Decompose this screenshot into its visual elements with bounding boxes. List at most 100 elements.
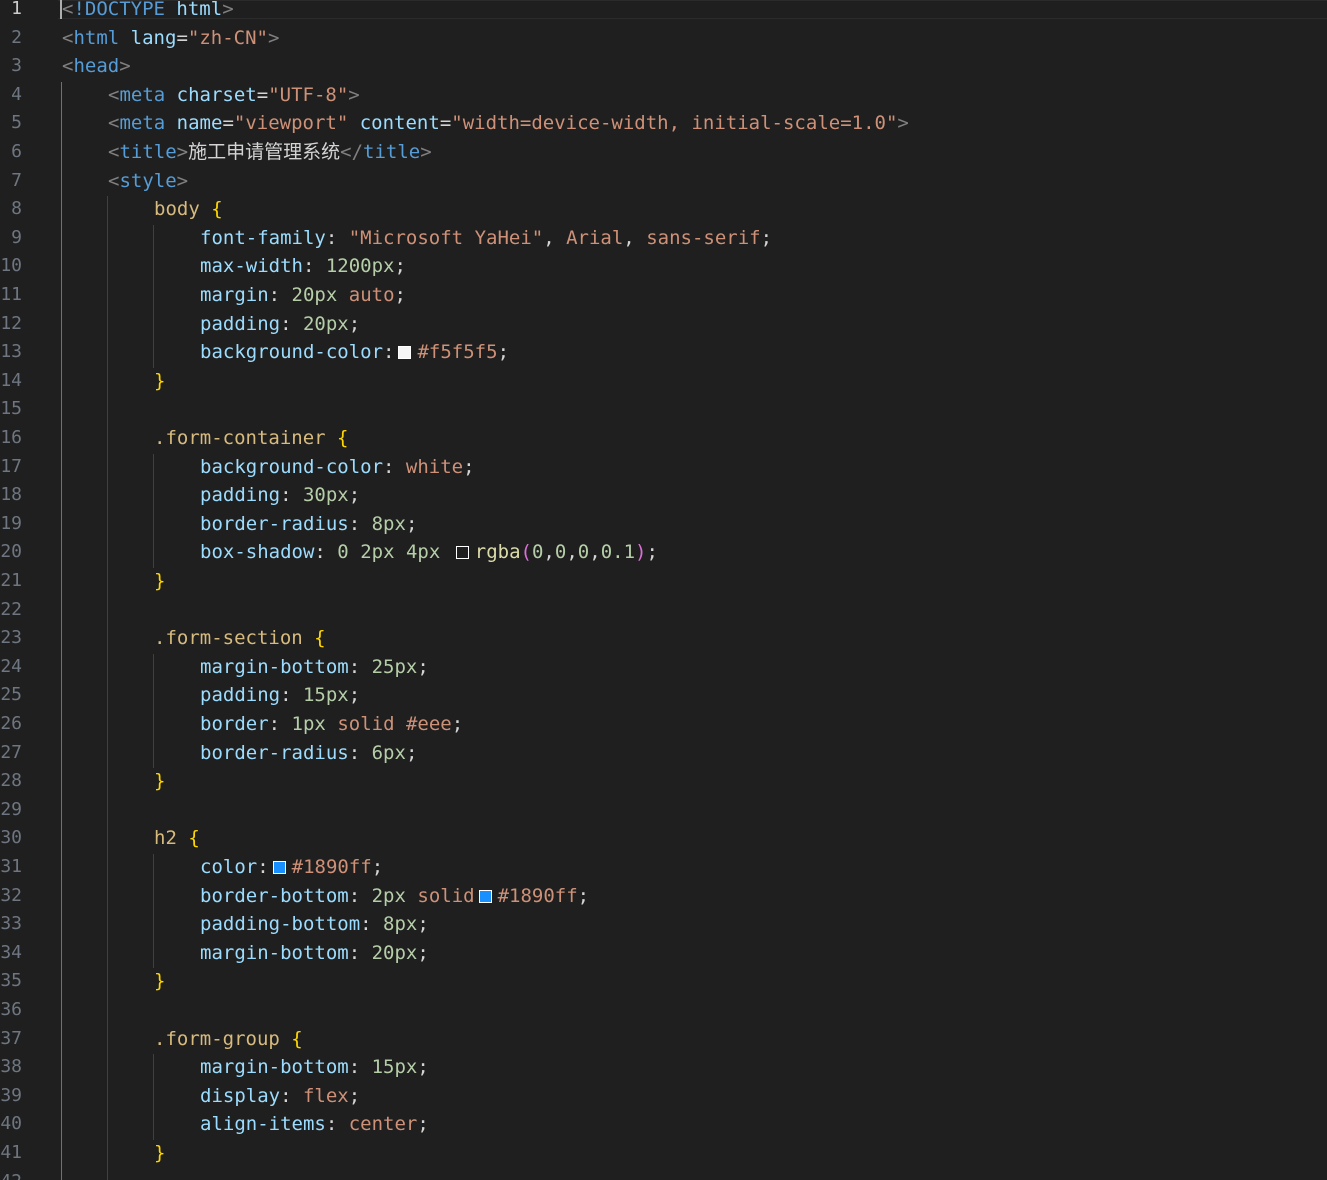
code-token: { bbox=[211, 198, 223, 221]
color-swatch[interactable] bbox=[398, 346, 412, 360]
code-token: border-bottom bbox=[200, 884, 349, 907]
current-line-highlight bbox=[58, 0, 1327, 19]
code-text: } bbox=[154, 1139, 165, 1167]
code-token: 8px bbox=[371, 512, 406, 535]
code-text: <meta charset="UTF-8"> bbox=[108, 81, 360, 109]
code-token: align-items bbox=[200, 1113, 326, 1136]
code-line[interactable]: 14} bbox=[0, 369, 1327, 401]
code-token: : bbox=[383, 455, 406, 478]
code-line[interactable]: 20 box-shadow: 0 2px 4px rgba(0,0,0,0.1); bbox=[0, 541, 1327, 572]
code-token: > bbox=[897, 112, 909, 135]
line-number: 39 bbox=[0, 1084, 22, 1106]
code-token: content bbox=[359, 112, 440, 135]
code-line[interactable]: 28} bbox=[0, 770, 1327, 801]
code-text: background-color: white; bbox=[200, 453, 475, 481]
code-token: color bbox=[200, 856, 258, 878]
code-editor[interactable]: 1 <!DOCTYPE html> 2 <html lang="zh-CN"> 3 <he… bbox=[0, 0, 1327, 1180]
code-token: 0 bbox=[554, 541, 567, 564]
code-text: padding: 15px; bbox=[200, 681, 360, 709]
code-token: 15px bbox=[371, 1056, 418, 1079]
code-token: 25px bbox=[371, 655, 418, 678]
line-number: 9 bbox=[11, 226, 22, 248]
code-token: #1890ff bbox=[497, 884, 578, 907]
code-token: padding bbox=[200, 684, 281, 707]
code-token: { bbox=[314, 627, 326, 650]
code-token: : bbox=[280, 684, 303, 707]
code-line[interactable]: 6 <title>施工申请管理系统</title> bbox=[0, 141, 1327, 172]
line-number: 32 bbox=[0, 884, 22, 906]
color-swatch[interactable] bbox=[455, 546, 469, 560]
code-token: 20px bbox=[302, 312, 349, 335]
code-token: margin bbox=[200, 284, 269, 306]
code-token: 30px bbox=[302, 484, 349, 507]
code-text: align-items: center; bbox=[200, 1110, 429, 1138]
code-token: 20px bbox=[371, 941, 418, 964]
code-text: padding-bottom: 8px; bbox=[200, 910, 429, 938]
code-token: 6px bbox=[371, 741, 406, 764]
code-token: 15px bbox=[302, 684, 349, 707]
code-line[interactable]: 35} bbox=[0, 970, 1327, 1001]
code-token: padding bbox=[200, 312, 281, 335]
code-token: ; bbox=[417, 1113, 429, 1136]
code-text: box-shadow: 0 2px 4px rgba(0,0,0,0.1); bbox=[200, 538, 658, 566]
code-line[interactable]: 34 margin-bottom: 20px; bbox=[0, 941, 1327, 973]
line-number: 24 bbox=[0, 655, 22, 677]
code-line[interactable]: 13 background-color: #f5f5f5; bbox=[0, 341, 1327, 372]
code-line[interactable]: 40 align-items: center; bbox=[0, 1113, 1327, 1144]
line-number: 25 bbox=[0, 684, 22, 706]
code-text: background-color: #f5f5f5; bbox=[200, 338, 509, 366]
code-line[interactable]: 41} bbox=[0, 1142, 1327, 1173]
code-token: : bbox=[280, 312, 303, 335]
code-text: border: 1px solid #eee; bbox=[200, 710, 463, 738]
code-text: } bbox=[154, 967, 165, 995]
code-line[interactable]: 2 <html lang="zh-CN"> bbox=[0, 26, 1327, 58]
code-text: padding: 30px; bbox=[200, 481, 360, 509]
code-token: = bbox=[256, 83, 269, 106]
code-token: : bbox=[325, 226, 349, 249]
line-number: 15 bbox=[0, 398, 22, 420]
code-token: > bbox=[176, 169, 189, 192]
code-token: : bbox=[383, 341, 395, 364]
code-token: : bbox=[280, 484, 303, 507]
color-swatch[interactable] bbox=[478, 889, 492, 903]
code-token: 20px bbox=[291, 284, 338, 306]
code-token: ; bbox=[760, 226, 773, 249]
code-line[interactable]: 27 border-radius: 6px; bbox=[0, 741, 1327, 773]
code-token: < bbox=[62, 0, 74, 20]
code-token: = bbox=[439, 112, 452, 135]
line-number: 27 bbox=[0, 741, 22, 763]
code-token: flex bbox=[302, 1084, 349, 1107]
line-number: 38 bbox=[0, 1056, 22, 1078]
line-number: 30 bbox=[0, 827, 22, 849]
line-number: 40 bbox=[0, 1113, 22, 1135]
code-token: : bbox=[348, 512, 372, 535]
line-number: 19 bbox=[0, 512, 22, 534]
line-number: 28 bbox=[0, 770, 22, 792]
text-cursor bbox=[60, 0, 62, 19]
code-token: = bbox=[176, 26, 188, 49]
code-line[interactable]: 21} bbox=[0, 570, 1327, 601]
code-text: .form-container { bbox=[154, 424, 349, 452]
color-swatch[interactable] bbox=[272, 861, 286, 874]
code-token: body bbox=[154, 198, 200, 221]
code-token: ; bbox=[463, 455, 475, 478]
code-token: < bbox=[62, 26, 74, 49]
line-number: 18 bbox=[0, 484, 22, 506]
code-token: ( bbox=[520, 541, 532, 564]
line-number: 6 bbox=[11, 141, 22, 162]
line-number: 8 bbox=[11, 198, 22, 220]
code-token: } bbox=[154, 369, 166, 392]
code-token: { bbox=[291, 1027, 303, 1050]
code-line[interactable]: 42 bbox=[0, 1172, 1327, 1180]
code-token: { bbox=[188, 827, 200, 850]
code-token: style bbox=[119, 169, 177, 192]
code-token: 8px bbox=[383, 913, 418, 936]
line-number: 31 bbox=[0, 856, 22, 877]
code-token: charset bbox=[176, 83, 257, 106]
